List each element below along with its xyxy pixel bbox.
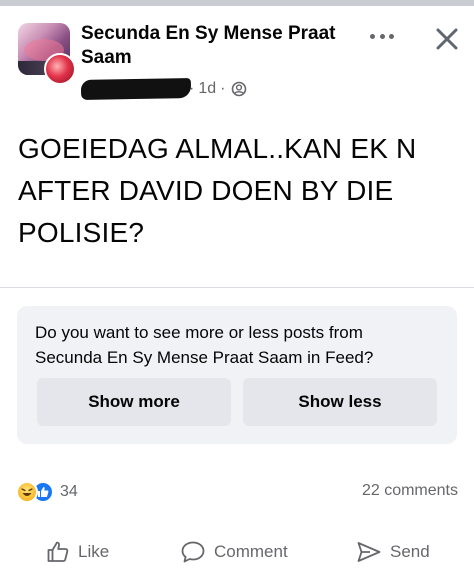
comment-bubble-icon xyxy=(181,541,205,563)
post-text-line: AFTER DAVID DOEN BY DIE xyxy=(18,175,394,206)
send-button[interactable]: Send xyxy=(356,530,430,574)
post-text-line: POLISIE? xyxy=(18,217,145,248)
meta-separator: · xyxy=(220,80,226,97)
thumbs-up-icon xyxy=(47,541,69,562)
post-timestamp[interactable]: 1d xyxy=(198,80,216,98)
haha-reaction-icon xyxy=(16,481,38,503)
group-name-link[interactable]: Secunda En Sy Mense Praat Saam xyxy=(81,22,366,70)
question-line: Secunda En Sy Mense Praat Saam in Feed? xyxy=(35,348,374,367)
comment-button[interactable]: Comment xyxy=(180,530,288,574)
like-button[interactable]: Like xyxy=(46,530,109,574)
globe-icon xyxy=(232,81,247,97)
author-avatar[interactable] xyxy=(44,53,76,85)
post-action-bar: Like Comment Send xyxy=(0,530,474,574)
post-meta: k · 1d · xyxy=(80,78,247,100)
post-header: Secunda En Sy Mense Praat Saam k · 1d · xyxy=(0,6,474,110)
comment-label: Comment xyxy=(214,542,288,561)
show-less-button[interactable]: Show less xyxy=(243,378,437,426)
redacted-author-name xyxy=(80,78,192,100)
divider xyxy=(0,287,474,288)
close-icon[interactable] xyxy=(434,26,460,52)
show-more-button[interactable]: Show more xyxy=(37,378,231,426)
feed-preference-card: Do you want to see more or less posts fr… xyxy=(17,306,457,444)
question-line: Do you want to see more or less posts fr… xyxy=(35,323,363,342)
send-arrow-icon xyxy=(357,542,381,562)
like-label: Like xyxy=(78,542,110,561)
post-body: GOEIEDAG ALMAL..KAN EK N AFTER DAVID DOE… xyxy=(18,128,458,254)
reaction-summary[interactable]: 34 xyxy=(16,480,78,504)
feed-preference-question: Do you want to see more or less posts fr… xyxy=(35,320,445,370)
avatar-stack[interactable] xyxy=(18,23,76,85)
more-dots-icon[interactable] xyxy=(370,30,394,42)
send-label: Send xyxy=(390,542,430,561)
reaction-count: 34 xyxy=(60,483,78,500)
post-text-line: GOEIEDAG ALMAL..KAN EK N xyxy=(18,133,417,164)
comment-count-link[interactable]: 22 comments xyxy=(362,482,458,500)
